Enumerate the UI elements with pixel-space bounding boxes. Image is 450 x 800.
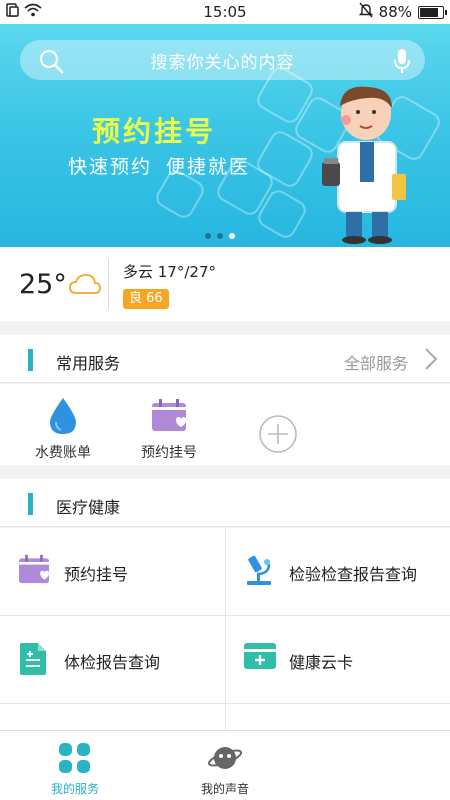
weather-widget[interactable]: 25° 多云 17°/27° 良 66 [0,247,450,321]
water-drop-icon [48,396,78,440]
health-item-label: 体检报告查询 [64,653,161,672]
weather-condition: 多云 17°/27° [123,263,216,281]
aqi-badge: 良 66 [123,289,169,309]
microscope-icon [243,554,277,590]
battery-fill [420,7,438,17]
health-item-label: 预约挂号 [64,565,129,584]
carousel-dot-active[interactable] [229,233,235,239]
mute-bell-icon [358,2,373,22]
divider [108,259,109,309]
health-item-lab-report[interactable]: 检验检查报告查询 [225,528,450,616]
temperature: 25° [19,269,67,300]
service-label: 预约挂号 [141,445,197,461]
tab-my-services[interactable]: 我的服务 [0,731,150,800]
all-services-link[interactable]: 全部服务 [344,350,408,374]
microphone-icon[interactable] [393,48,411,78]
banner-subtitle: 快速预约 便捷就医 [68,156,251,178]
health-services-grid: 预约挂号 检验检查报告查询 体检报告查询 健康云卡 [0,528,450,730]
health-item-health-card[interactable]: 健康云卡 [225,616,450,704]
health-item-checkup-report[interactable]: 体检报告查询 [0,616,225,704]
tab-label: 我的声音 [200,782,249,796]
medical-card-icon [243,642,277,674]
tab-my-voice[interactable]: 我的声音 [150,731,300,800]
battery-percent: 88% [378,3,412,21]
carousel-indicator [205,233,235,239]
health-item-label: 检验检查报告查询 [289,565,418,584]
chevron-right-icon[interactable] [424,347,438,375]
section-title: 常用服务 [56,354,121,373]
search-bar[interactable]: 搜索你关心的内容 [20,40,425,80]
grid-icon [57,741,93,779]
cloud-icon [68,273,102,301]
promo-banner[interactable]: 搜索你关心的内容 预约挂号 快速预约 便捷就医 [0,24,450,247]
bottom-navigation: 我的服务 我的声音 [0,730,450,800]
health-item-label: 健康云卡 [289,653,354,672]
calendar-icon [151,398,187,436]
calendar-icon [18,554,50,588]
common-services-list: 水费账单 预约挂号 [0,384,450,465]
carousel-dot[interactable] [217,233,223,239]
add-icon[interactable] [258,414,298,458]
tab-label: 我的服务 [50,782,99,796]
app-screen: 15:05 88% 搜索你关心的内容 预约挂号 快速预约 便捷就医 25° 多云… [0,0,450,800]
doctor-illustration [322,86,406,244]
health-header: 医疗健康 [0,479,450,527]
common-services-header: 常用服务 全部服务 [0,335,450,383]
search-icon [38,48,64,78]
report-icon [18,642,48,680]
status-bar: 15:05 88% [0,0,450,24]
carousel-dot[interactable] [205,233,211,239]
battery-icon [418,5,447,19]
section-title: 医疗健康 [56,498,121,517]
search-placeholder: 搜索你关心的内容 [150,52,295,73]
health-item-appointment[interactable]: 预约挂号 [0,528,225,616]
section-accent-bar [28,493,33,515]
section-accent-bar [28,349,33,371]
service-label: 水费账单 [35,445,91,461]
planet-icon [207,741,243,779]
banner-title: 预约挂号 [92,115,217,148]
